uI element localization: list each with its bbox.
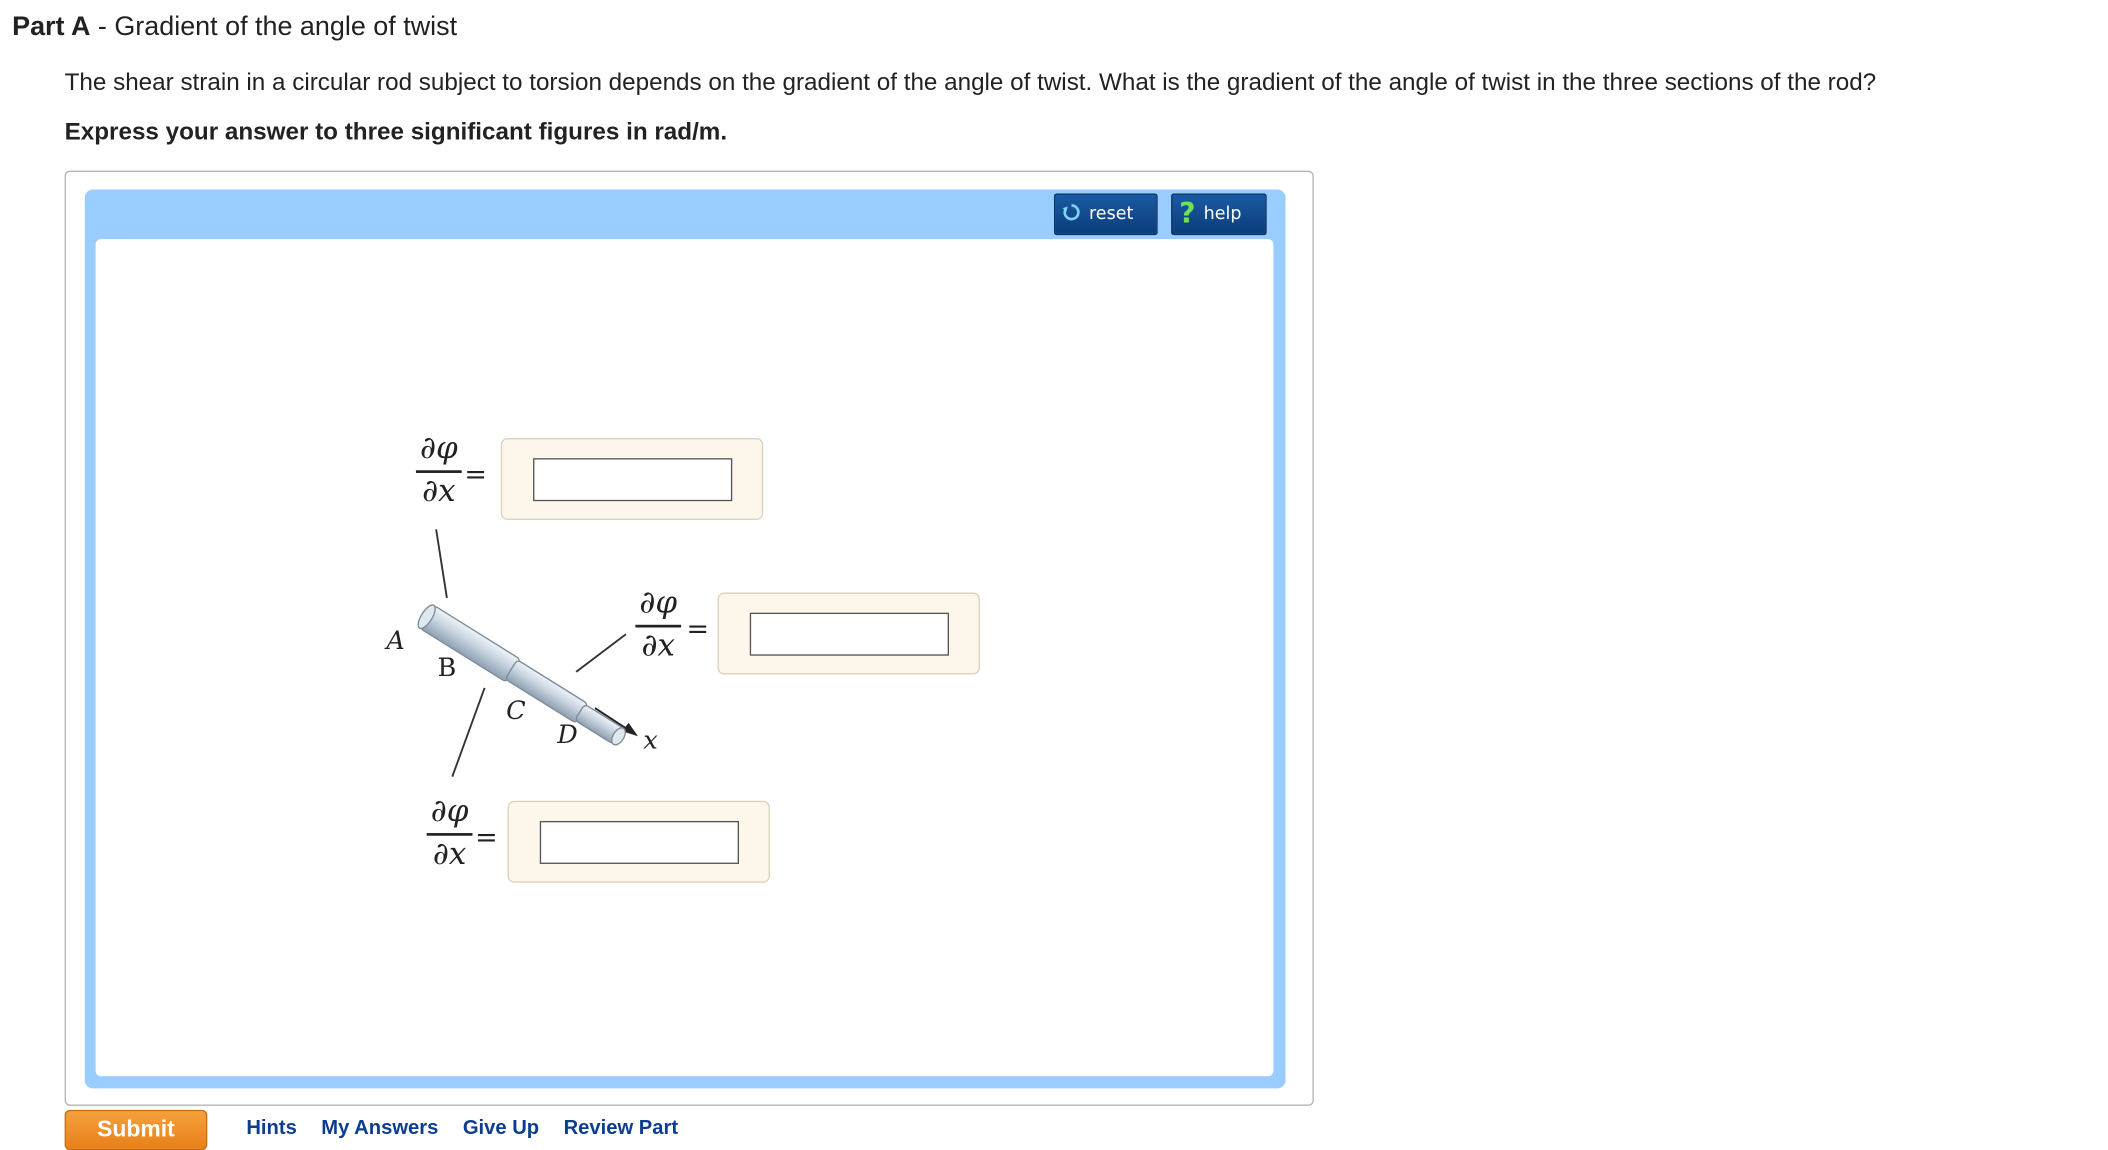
answer-instruction: Express your answer to three significant… — [64, 118, 728, 146]
rod-segment-ab — [420, 606, 520, 682]
help-button[interactable]: ? help — [1171, 193, 1267, 236]
part-separator: - — [90, 12, 115, 42]
derivative-numerator: ∂φ — [430, 794, 469, 830]
leader-line-ab — [435, 529, 448, 599]
equals-sign: = — [475, 820, 498, 854]
derivative-cd: ∂φ ∂x — [426, 794, 473, 872]
help-icon: ? — [1179, 197, 1196, 230]
fraction-bar — [426, 833, 473, 836]
fraction-bar — [415, 470, 462, 473]
derivative-denominator: ∂x — [432, 836, 467, 872]
gradient-ab-input[interactable] — [533, 458, 733, 502]
reset-icon — [1062, 202, 1081, 226]
answer-field-bc — [717, 592, 980, 675]
point-label-d: D — [557, 720, 578, 750]
answer-field-ab — [500, 438, 764, 520]
part-title: Part A - Gradient of the angle of twist — [12, 12, 457, 43]
reset-label: reset — [1088, 204, 1134, 225]
part-name: Gradient of the angle of twist — [114, 12, 458, 42]
give-up-link[interactable]: Give Up — [463, 1117, 539, 1140]
point-label-a: A — [386, 626, 405, 656]
answer-field-cd — [507, 800, 770, 883]
reset-button[interactable]: reset — [1053, 193, 1158, 236]
axis-label-x: x — [643, 725, 658, 756]
help-label: help — [1203, 204, 1242, 225]
derivative-ab: ∂φ ∂x — [415, 431, 462, 509]
derivative-denominator: ∂x — [641, 628, 675, 664]
point-label-b: B — [437, 653, 457, 683]
my-answers-link[interactable]: My Answers — [321, 1117, 438, 1140]
rod-figure: A B C D x ∂φ ∂x = ∂φ ∂x = ∂φ ∂x = — [380, 419, 992, 892]
equals-sign: = — [686, 612, 710, 645]
part-label: Part A — [12, 12, 91, 42]
gradient-cd-input[interactable] — [539, 820, 740, 864]
leader-line-bc — [575, 633, 627, 673]
point-label-c: C — [506, 696, 526, 726]
fraction-bar — [635, 624, 682, 627]
answer-links: Hints My Answers Give Up Review Part — [246, 1117, 697, 1140]
equals-sign: = — [464, 458, 487, 491]
gradient-bc-input[interactable] — [749, 612, 950, 656]
derivative-numerator: ∂φ — [639, 585, 678, 621]
review-part-link[interactable]: Review Part — [564, 1117, 678, 1140]
leader-line-cd — [451, 687, 486, 777]
derivative-bc: ∂φ ∂x — [635, 585, 682, 664]
hints-link[interactable]: Hints — [246, 1117, 296, 1140]
question-text: The shear strain in a circular rod subje… — [64, 68, 1877, 96]
derivative-denominator: ∂x — [422, 473, 456, 509]
derivative-numerator: ∂φ — [419, 431, 458, 467]
